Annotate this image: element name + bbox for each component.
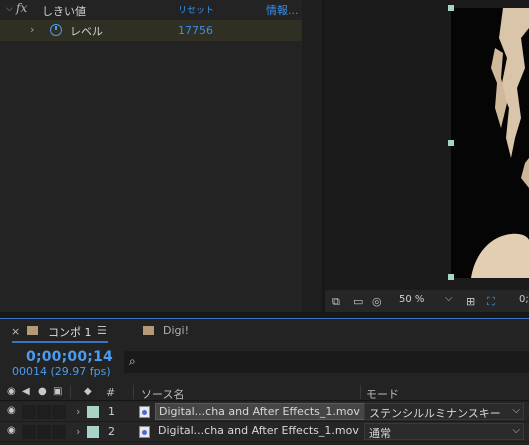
blend-mode-dropdown[interactable]: ステンシルルミナンスキー ⌵ [364,403,524,420]
composition-image [471,8,529,278]
zoom-dropdown[interactable]: 50 % ⌵ [393,293,459,309]
collapse-chevron-icon[interactable]: ⌵ [6,4,13,14]
layer-number: 2 [108,425,115,438]
solo-toggle[interactable] [37,425,51,439]
layer-row[interactable]: ◉ › 2 Digital...cha and After Effects_1.… [0,422,529,442]
transform-handle-top[interactable] [448,5,454,11]
tab-digi[interactable]: Digi! [163,324,189,337]
blend-mode-value: 通常 [369,427,391,440]
snapshot-icon[interactable]: ⧉ [332,295,340,309]
info-link[interactable]: 情報... [266,2,299,18]
search-icon: ⌕ [129,354,136,368]
audio-icon[interactable]: ◀ [22,386,30,397]
composition-viewer[interactable] [325,0,529,290]
stopwatch-icon[interactable] [50,24,62,36]
lock-icon[interactable]: ▣ [53,386,62,397]
effect-name: しきい値 [42,5,86,18]
active-tab-indicator [12,341,108,343]
blend-mode-dropdown[interactable]: 通常 ⌵ [364,423,524,440]
lock-toggle[interactable] [52,425,66,439]
chevron-down-icon: ⌵ [512,405,520,416]
effect-header: ⌵ fx しきい値 リセット 情報... [0,0,302,20]
label-color-swatch[interactable] [87,406,99,418]
current-time-display[interactable]: 0;00;00;14 [26,349,113,365]
transparency-grid-icon[interactable]: ⛶ [487,295,495,309]
eye-icon[interactable]: ◉ [7,405,16,416]
viewer-toolbar: ⧉ ▭ ◎ 50 % ⌵ ⊞ ⛶ 0;0 [325,290,529,312]
layer-name[interactable]: Digital...cha and After Effects_1.mov [155,423,363,440]
chevron-down-icon: ⌵ [512,425,520,436]
column-divider [133,385,134,399]
layer-row[interactable]: ◉ › 1 Digital...cha and After Effects_1.… [0,402,529,422]
frame-counter: 00014 (29.97 fps) [12,365,111,378]
mask-visibility-icon[interactable]: ◎ [372,295,382,308]
label-tag-icon[interactable]: ◆ [84,386,92,397]
region-of-interest-icon[interactable]: ⊞ [466,295,475,308]
layer-column-header: ◉ ◀ ● ▣ ◆ # ソース名 モード [0,383,529,401]
panel-menu-icon[interactable]: ☰ [97,324,107,337]
reset-link[interactable]: リセット [178,3,214,16]
solo-toggle[interactable] [37,405,51,419]
label-color-swatch[interactable] [87,426,99,438]
twirl-arrow-icon[interactable]: › [30,23,34,36]
close-icon[interactable]: × [11,325,20,338]
twirl-arrow-icon[interactable]: › [76,425,80,438]
composition-frame[interactable] [451,8,529,278]
column-mode[interactable]: モード [366,386,399,402]
tab-comp-1[interactable]: コンポ 1 [48,324,92,340]
property-value[interactable]: 17756 [178,24,213,37]
audio-toggle[interactable] [22,405,36,419]
chevron-down-icon: ⌵ [445,293,453,304]
comp-swatch-icon [27,326,38,335]
column-divider [360,385,361,399]
footage-icon [139,406,150,418]
transform-handle-middle[interactable] [448,140,454,146]
panel-scroll-area [302,0,322,312]
viewer-timecode[interactable]: 0;0 [519,294,529,305]
fx-toggle-icon[interactable]: fx [16,1,27,15]
column-number: # [106,386,116,399]
footage-icon [139,426,150,438]
lock-toggle[interactable] [52,405,66,419]
timeline-panel: × コンポ 1 ☰ Digi! 0;00;00;14 00014 (29.97 … [0,318,529,445]
solo-icon[interactable]: ● [38,386,47,397]
layer-search-input[interactable]: ⌕ [124,351,529,373]
layer-name[interactable]: Digital...cha and After Effects_1.mov [155,403,365,420]
eye-icon[interactable]: ◉ [7,386,16,397]
column-source-name[interactable]: ソース名 [141,386,184,402]
property-name: レベル [70,25,103,38]
eye-icon[interactable]: ◉ [7,425,16,436]
monitor-icon[interactable]: ▭ [353,295,363,308]
layer-number: 1 [108,405,115,418]
comp-swatch-icon [143,326,154,335]
property-row-level: › レベル 17756 [0,20,302,41]
zoom-value: 50 % [399,294,425,305]
column-divider [70,385,71,399]
blend-mode-value: ステンシルルミナンスキー [369,407,501,420]
timeline-tabs: × コンポ 1 ☰ Digi! [0,319,529,343]
audio-toggle[interactable] [22,425,36,439]
effect-controls-panel: ⌵ fx しきい値 リセット 情報... › レベル 17756 [0,0,322,312]
transform-handle-bottom[interactable] [448,274,454,280]
twirl-arrow-icon[interactable]: › [76,405,80,418]
